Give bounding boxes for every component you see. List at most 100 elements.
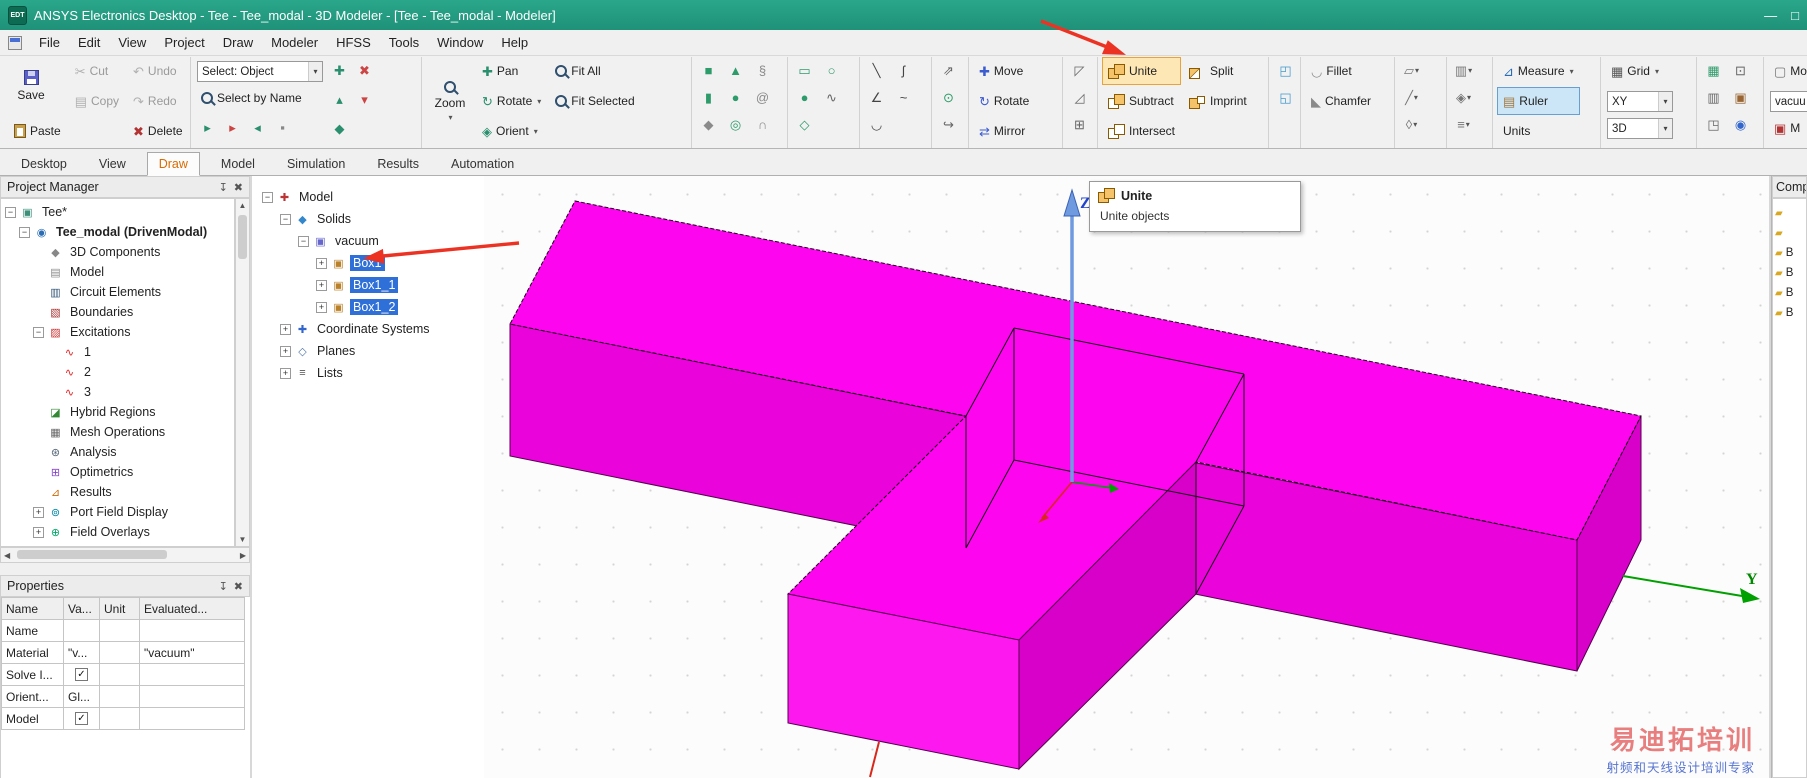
- tree-item-lists[interactable]: + ≡ Lists: [258, 362, 484, 384]
- fit-selected-button[interactable]: Fit Selected: [549, 87, 640, 115]
- draw-circle-button[interactable]: ●: [793, 86, 816, 109]
- mode-button[interactable]: ▢Mode: [1768, 57, 1807, 85]
- property-value[interactable]: "v...: [63, 641, 100, 664]
- expand-icon[interactable]: +: [316, 301, 327, 313]
- col-header-name[interactable]: Name: [1, 597, 64, 620]
- draw-freehand-button[interactable]: ∿: [820, 86, 843, 109]
- tree-item-3[interactable]: ∿ 3: [1, 382, 234, 402]
- property-row-model[interactable]: Model ✓: [1, 707, 245, 730]
- cut-button[interactable]: ✂ Cut: [69, 57, 125, 85]
- tree-item-excitations[interactable]: − ▨ Excitations: [1, 322, 234, 342]
- collapse-icon[interactable]: −: [5, 206, 16, 218]
- maximize-icon[interactable]: □: [1791, 8, 1799, 23]
- tab-automation[interactable]: Automation: [440, 153, 525, 175]
- select-faces-button[interactable]: ▸: [196, 116, 219, 139]
- tab-desktop[interactable]: Desktop: [10, 153, 78, 175]
- sweep-button[interactable]: ⇗: [937, 59, 960, 82]
- menu-item-view[interactable]: View: [109, 31, 155, 54]
- col-header-evaluated[interactable]: Evaluated...: [139, 597, 245, 620]
- scroll-down-icon[interactable]: ▼: [236, 535, 249, 544]
- units-button[interactable]: Units: [1497, 117, 1580, 145]
- tree-item-port-field-display[interactable]: + ⊚ Port Field Display: [1, 502, 234, 522]
- draw-rectangle-button[interactable]: ▭: [793, 59, 816, 82]
- checkbox-checked-icon[interactable]: ✓: [75, 712, 88, 725]
- tree-item-solids[interactable]: − ◆ Solids: [258, 208, 484, 230]
- close-icon[interactable]: ✖: [234, 580, 243, 593]
- imprint-button[interactable]: Imprint: [1183, 87, 1253, 115]
- property-row-name[interactable]: Name: [1, 619, 245, 642]
- move-button[interactable]: ✚ Move: [973, 57, 1035, 85]
- close-icon[interactable]: ✖: [234, 181, 243, 194]
- m-button[interactable]: ▣ M: [1768, 114, 1807, 142]
- property-value[interactable]: ✓: [63, 663, 100, 686]
- clear-selection-button[interactable]: ✖: [353, 59, 376, 82]
- expand-icon[interactable]: +: [280, 323, 291, 335]
- chamfer-button[interactable]: ◣ Chamfer: [1305, 87, 1377, 115]
- ruler-button[interactable]: ▤ Ruler: [1497, 87, 1580, 115]
- render-mode-button[interactable]: ◉: [1729, 113, 1752, 136]
- draw-torus-button[interactable]: ◎: [724, 113, 747, 136]
- collapse-icon[interactable]: −: [298, 235, 309, 247]
- redo-button[interactable]: ↷ Redo: [127, 87, 189, 115]
- scroll-up-icon[interactable]: ▲: [236, 201, 249, 210]
- duplicate-button[interactable]: ⊞: [1068, 113, 1091, 136]
- property-value[interactable]: Gl...: [63, 685, 100, 708]
- grow-selection-button[interactable]: ✚: [328, 59, 351, 82]
- edge-tools-button[interactable]: ╱ ▾: [1400, 86, 1423, 109]
- property-row-material[interactable]: Material "v... "vacuum": [1, 641, 245, 664]
- tab-simulation[interactable]: Simulation: [276, 153, 356, 175]
- tree-item-box1-1[interactable]: + ▣ Box1_1: [258, 274, 484, 296]
- delete-button[interactable]: ✖ Delete: [127, 117, 189, 145]
- chevron-down-icon[interactable]: ▾: [1658, 92, 1672, 111]
- vertex-tools-button[interactable]: ◊ ▾: [1400, 113, 1423, 136]
- orient-button[interactable]: ◈ Orient ▾: [476, 117, 547, 145]
- menu-item-hfss[interactable]: HFSS: [327, 31, 380, 54]
- draw-sphere-button[interactable]: ●: [724, 86, 747, 109]
- tab-results[interactable]: Results: [366, 153, 430, 175]
- tree-item-mesh-operations[interactable]: ▦ Mesh Operations: [1, 422, 234, 442]
- menu-item-edit[interactable]: Edit: [69, 31, 109, 54]
- viewport-3d[interactable]: Y Z 易迪拓培训 射频和天线设计培训专家: [484, 176, 1769, 778]
- menu-item-help[interactable]: Help: [492, 31, 537, 54]
- paste-button[interactable]: Paste: [8, 117, 67, 145]
- pin-icon[interactable]: ↧: [219, 181, 228, 194]
- zoom-button[interactable]: Zoom ▾: [426, 57, 474, 145]
- components-item[interactable]: ▰ B: [1773, 303, 1806, 323]
- tree-item-3d-components[interactable]: ◆ 3D Components: [1, 242, 234, 262]
- expand-icon[interactable]: +: [33, 526, 44, 538]
- expand-icon[interactable]: +: [280, 367, 291, 379]
- chevron-down-icon[interactable]: ▾: [1658, 119, 1672, 138]
- subtract-button[interactable]: Subtract: [1102, 87, 1181, 115]
- tree-item-box1-2[interactable]: + ▣ Box1_2: [258, 296, 484, 318]
- draw-helix-button[interactable]: §: [751, 59, 774, 82]
- scroll-left-icon[interactable]: ◀: [4, 551, 10, 560]
- property-value[interactable]: [63, 619, 100, 642]
- minimize-icon[interactable]: —: [1764, 8, 1777, 23]
- draw-polygon-button[interactable]: ◇: [793, 113, 816, 136]
- chevron-down-icon[interactable]: ▾: [308, 62, 322, 81]
- snap-center-button[interactable]: ⊡: [1729, 59, 1752, 82]
- col-header-unit[interactable]: Unit: [99, 597, 140, 620]
- snap-vertex-button[interactable]: ▥: [1702, 86, 1725, 109]
- sweep-path-button[interactable]: ↪: [937, 113, 960, 136]
- property-row-solve-i[interactable]: Solve I... ✓: [1, 663, 245, 686]
- expand-icon[interactable]: +: [316, 257, 327, 269]
- menu-item-draw[interactable]: Draw: [214, 31, 262, 54]
- menu-item-project[interactable]: Project: [155, 31, 213, 54]
- select-by-name-button[interactable]: Select by Name: [195, 84, 325, 112]
- tree-item-model[interactable]: ▤ Model: [1, 262, 234, 282]
- grid-button[interactable]: ▦ Grid ▾: [1605, 57, 1675, 85]
- pick-button[interactable]: ◆: [328, 117, 351, 140]
- menu-item-tools[interactable]: Tools: [380, 31, 428, 54]
- draw-line-button[interactable]: ╲: [865, 59, 888, 82]
- new-window-button[interactable]: ◳: [1702, 113, 1725, 136]
- select-edges-button[interactable]: ▸: [221, 116, 244, 139]
- rotate-button[interactable]: ↻ Rotate ▾: [476, 87, 547, 115]
- tree-item-analysis[interactable]: ⊛ Analysis: [1, 442, 234, 462]
- intersect-button[interactable]: Intersect: [1102, 117, 1181, 145]
- checkbox-checked-icon[interactable]: ✓: [75, 668, 88, 681]
- tree-item-model[interactable]: − ✚ Model: [258, 186, 484, 208]
- snap-grid-button[interactable]: ▦: [1702, 59, 1725, 82]
- surface-tools-button[interactable]: ▱ ▾: [1400, 59, 1423, 82]
- scroll-right-icon[interactable]: ▶: [240, 551, 246, 560]
